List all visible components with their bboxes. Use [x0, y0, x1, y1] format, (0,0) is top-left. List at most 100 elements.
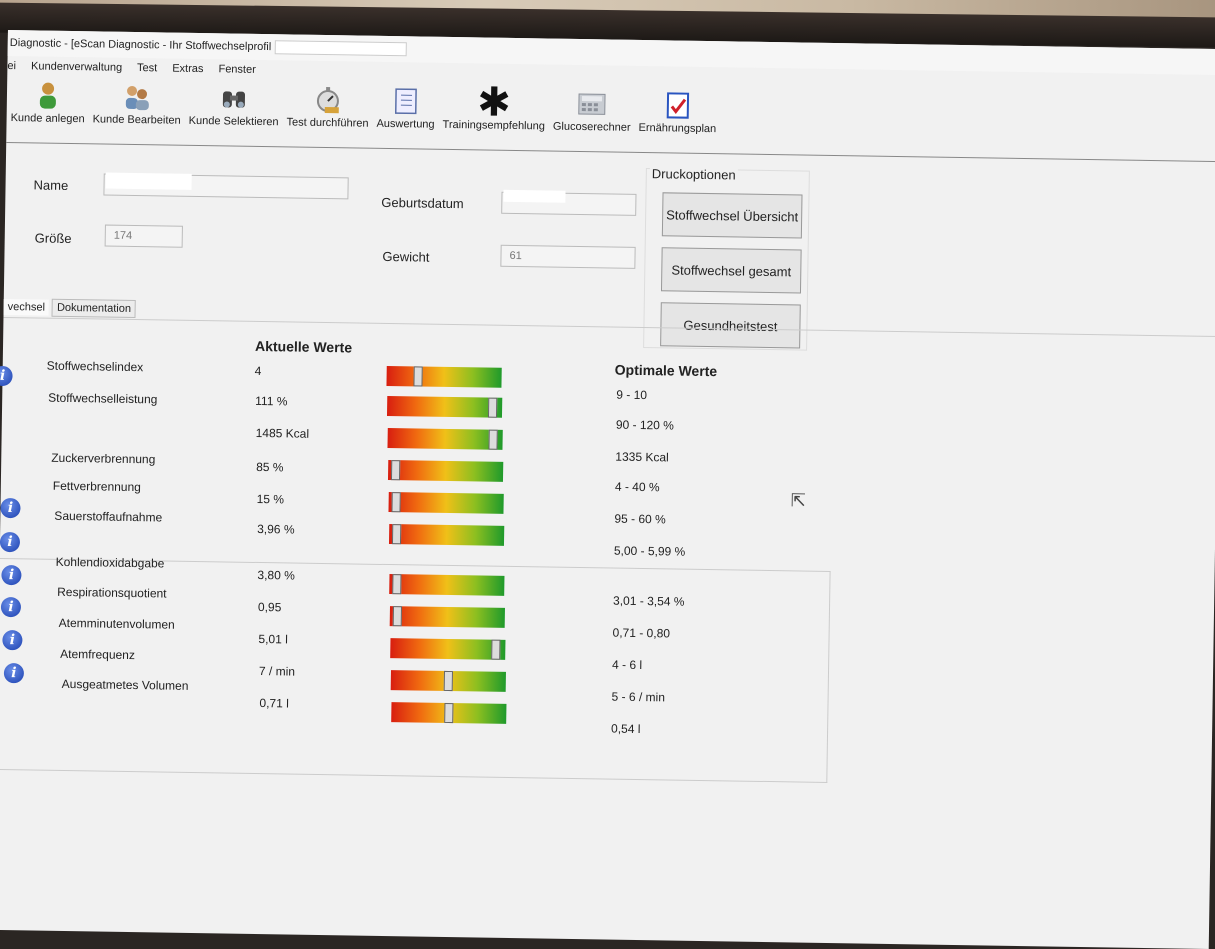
person-add-icon — [36, 78, 61, 112]
metric-label: Zuckerverbrennung — [51, 451, 155, 467]
toolbar-label: Ernährungsplan — [638, 122, 716, 135]
tab-strip: vechsel Dokumentation — [4, 298, 137, 318]
metric-label: Respirationsquotient — [57, 585, 167, 601]
metric-label: Atemminutenvolumen — [59, 616, 175, 632]
tab-dokumentation[interactable]: Dokumentation — [52, 299, 136, 318]
info-icon[interactable]: i — [0, 366, 13, 386]
metric-value: 0,71 l — [259, 696, 289, 710]
checkmark-document-icon — [664, 88, 691, 122]
druckoptionen-title: Druckoptionen — [650, 166, 738, 182]
metric-level-marker — [444, 703, 453, 723]
trainingsempfehlung-button[interactable]: ✱ Trainingsempfehlung — [438, 85, 549, 147]
optimal-value: 90 - 120 % — [616, 418, 674, 433]
groesse-field[interactable]: 174 — [105, 225, 183, 248]
metric-level-bar — [387, 428, 502, 450]
kunde-anlegen-button[interactable]: Kunde anlegen — [6, 78, 89, 139]
kunde-selektieren-button[interactable]: Kunde Selektieren — [184, 81, 283, 143]
gewicht-field[interactable]: 61 — [500, 245, 635, 269]
metric-level-bar — [390, 638, 505, 660]
metric-level-bar — [391, 670, 506, 692]
metric-label: Fettverbrennung — [53, 479, 141, 494]
toolbar-label: Kunde anlegen — [11, 112, 85, 125]
geburtsdatum-label: Geburtsdatum — [381, 195, 464, 211]
stopwatch-icon — [313, 83, 344, 117]
redacted-name-value — [106, 173, 192, 190]
metric-label: Kohlendioxidabgabe — [56, 555, 165, 571]
metric-level-marker — [491, 640, 500, 660]
metric-label: Ausgeatmetes Volumen — [62, 677, 189, 693]
metric-level-bar — [388, 492, 503, 514]
glucoserechner-button[interactable]: Glucoserechner — [549, 87, 636, 148]
toolbar-label: Test durchführen — [286, 116, 368, 129]
optimal-value: 5,00 - 5,99 % — [614, 544, 686, 559]
optimal-value: 95 - 60 % — [614, 512, 666, 527]
optimal-value: 0,54 l — [611, 722, 641, 736]
menu-test[interactable]: Test — [137, 62, 157, 74]
ernaehrungsplan-button[interactable]: Ernährungsplan — [634, 88, 721, 149]
toolbar-label: Kunde Selektieren — [189, 115, 279, 128]
metric-level-bar — [386, 366, 501, 388]
optimal-value: 5 - 6 / min — [611, 690, 665, 705]
person-edit-icon — [122, 80, 153, 114]
metric-value: 3,96 % — [257, 522, 295, 537]
metric-value: 85 % — [256, 460, 284, 474]
metric-level-marker — [392, 574, 401, 594]
toolbar-label: Trainingsempfehlung — [443, 119, 546, 133]
name-label: Name — [33, 177, 68, 193]
metric-level-bar — [388, 460, 503, 482]
calculator-icon — [576, 87, 609, 121]
stoffwechsel-uebersicht-button[interactable]: Stoffwechsel Übersicht — [662, 192, 803, 238]
aktuelle-werte-heading: Aktuelle Werte — [255, 338, 352, 356]
app-window: Diagnostic - [eScan Diagnostic - Ihr Sto… — [0, 30, 1215, 949]
metric-level-bar — [389, 574, 504, 596]
optimal-value: 0,71 - 0,80 — [612, 626, 670, 641]
gesundheitstest-button[interactable]: Gesundheitstest — [660, 302, 801, 348]
metric-level-bar — [389, 524, 504, 546]
menu-extras[interactable]: Extras — [172, 63, 203, 75]
metric-level-marker — [392, 524, 401, 544]
metric-value: 111 % — [255, 394, 287, 409]
metric-value: 7 / min — [259, 664, 295, 679]
menu-bar: ei Kundenverwaltung Test Extras Fenster — [7, 56, 268, 80]
info-icon[interactable]: i — [0, 498, 20, 518]
metric-label: Stoffwechselleistung — [48, 391, 157, 407]
tab-stoffwechsel[interactable]: vechsel — [4, 299, 50, 316]
redacted-birthdate — [503, 190, 565, 203]
metric-value: 3,80 % — [257, 568, 295, 583]
metric-level-marker — [413, 366, 422, 386]
toolbar-label: Kunde Bearbeiten — [93, 113, 181, 126]
metric-level-bar — [390, 606, 505, 628]
window-title: Diagnostic - [eScan Diagnostic - Ihr Sto… — [10, 37, 272, 53]
optimale-werte-heading: Optimale Werte — [615, 362, 718, 380]
gewicht-label: Gewicht — [382, 249, 429, 265]
toolbar: Kunde anlegen Kunde Bearbeiten Kunde Sel… — [6, 78, 721, 149]
metric-value: 0,95 — [258, 600, 282, 614]
optimal-value: 4 - 6 l — [612, 658, 642, 672]
metric-level-marker — [488, 398, 497, 418]
tab-panel-border — [3, 317, 1215, 337]
metric-level-marker — [391, 460, 400, 480]
auswertung-button[interactable]: Auswertung — [372, 84, 439, 145]
optimal-value: 9 - 10 — [616, 388, 647, 402]
menu-datei[interactable]: ei — [7, 60, 16, 72]
metric-label: Sauerstoffaufnahme — [54, 509, 162, 525]
menu-kundenverwaltung[interactable]: Kundenverwaltung — [31, 60, 122, 73]
stoffwechsel-gesamt-button[interactable]: Stoffwechsel gesamt — [661, 247, 802, 293]
metric-value: 15 % — [257, 492, 285, 506]
metric-level-bar — [391, 702, 506, 724]
groesse-label: Größe — [35, 230, 72, 246]
mouse-cursor-icon: ⇱ — [791, 490, 806, 511]
metric-value: 5,01 l — [258, 632, 288, 646]
optimal-value: 4 - 40 % — [615, 480, 660, 495]
kunde-bearbeiten-button[interactable]: Kunde Bearbeiten — [88, 79, 185, 141]
test-durchfuehren-button[interactable]: Test durchführen — [282, 82, 373, 143]
metric-value: 4 — [255, 364, 262, 378]
metric-level-marker — [488, 430, 497, 450]
menu-fenster[interactable]: Fenster — [218, 63, 255, 76]
metric-level-marker — [391, 492, 400, 512]
metric-value: 1485 Kcal — [256, 426, 310, 441]
toolbar-label: Auswertung — [376, 118, 434, 131]
info-icon[interactable]: i — [0, 532, 20, 552]
metric-level-marker — [444, 671, 453, 691]
asterisk-icon: ✱ — [477, 85, 511, 120]
